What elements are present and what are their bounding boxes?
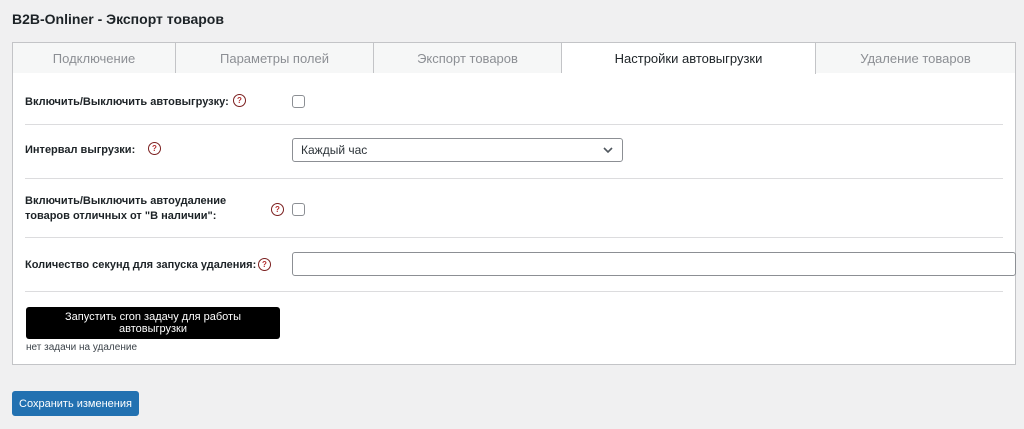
interval-label: Интервал выгрузки: (25, 144, 136, 156)
page-title: B2B-Onliner - Экспорт товаров (12, 11, 224, 27)
tab-connection[interactable]: Подключение (13, 43, 176, 73)
tab-field-params[interactable]: Параметры полей (176, 43, 374, 73)
autodelete-label-line2: товаров отличных от "В наличии": (25, 210, 217, 222)
tab-delete-products[interactable]: Удаление товаров (816, 43, 1015, 73)
interval-row: Интервал выгрузки: ? Каждый час (25, 138, 1003, 162)
autodelete-checkbox[interactable] (292, 203, 305, 216)
help-icon[interactable]: ? (233, 94, 246, 107)
tab-autoexport-settings[interactable]: Настройки автовыгрузки (562, 43, 816, 74)
autodelete-label-line1: Включить/Выключить автоудаление (25, 195, 227, 207)
interval-select[interactable]: Каждый час (292, 138, 623, 162)
divider (25, 291, 1003, 292)
tab-export-products[interactable]: Экспорт товаров (374, 43, 562, 73)
divider (25, 178, 1003, 179)
run-cron-button[interactable]: Запустить cron задачу для работы автовыг… (26, 307, 280, 339)
cron-status-text: нет задачи на удаление (26, 342, 138, 353)
help-icon[interactable]: ? (258, 258, 271, 271)
divider (25, 237, 1003, 238)
help-icon[interactable]: ? (271, 203, 284, 216)
autoexport-checkbox[interactable] (292, 95, 305, 108)
autoexport-label: Включить/Выключить автовыгрузку: (25, 96, 229, 108)
save-changes-button[interactable]: Сохранить изменения (12, 391, 139, 416)
delete-seconds-label: Количество секунд для запуска удаления: (25, 259, 257, 271)
autoexport-row: Включить/Выключить автовыгрузку: ? (25, 91, 1003, 111)
tab-bar: Подключение Параметры полей Экспорт това… (13, 43, 1015, 74)
delete-seconds-row: Количество секунд для запуска удаления: … (25, 252, 1016, 276)
settings-panel: Подключение Параметры полей Экспорт това… (12, 42, 1016, 365)
divider (25, 124, 1003, 125)
chevron-down-icon (603, 147, 613, 154)
autodelete-row: Включить/Выключить автоудаление товаров … (25, 193, 1003, 225)
help-icon[interactable]: ? (148, 142, 161, 155)
delete-seconds-input[interactable] (292, 252, 1016, 276)
interval-select-value: Каждый час (301, 143, 368, 157)
